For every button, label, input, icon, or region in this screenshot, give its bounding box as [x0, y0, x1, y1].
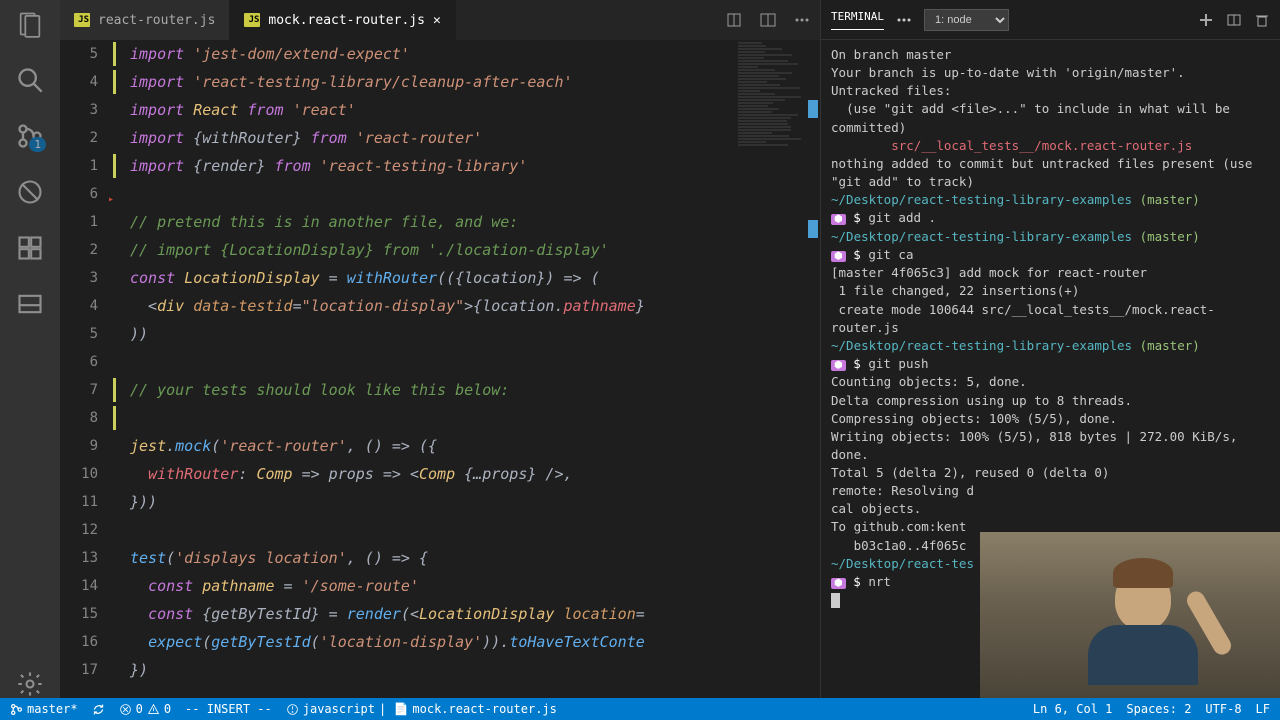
panel-icon[interactable] [16, 290, 44, 318]
explorer-icon[interactable] [16, 10, 44, 38]
scm-badge: 1 [29, 137, 46, 152]
line-gutter: 5432161234567891011121314151617 [60, 40, 120, 698]
activity-bar: 1 [0, 0, 60, 698]
extensions-icon[interactable] [16, 234, 44, 262]
status-encoding[interactable]: UTF-8 [1205, 702, 1241, 716]
settings-gear-icon[interactable] [16, 670, 44, 698]
search-icon[interactable] [16, 66, 44, 94]
code-content[interactable]: import 'jest-dom/extend-expect'import 'r… [120, 40, 736, 698]
kill-terminal-icon[interactable] [1254, 12, 1270, 28]
editor-tabs: JS react-router.js JS mock.react-router.js… [60, 0, 820, 40]
status-mode: -- INSERT -- [185, 702, 272, 716]
terminal-select[interactable]: 1: node [924, 9, 1009, 31]
status-spaces[interactable]: Spaces: 2 [1126, 702, 1191, 716]
more-icon[interactable] [896, 12, 912, 28]
tab-label: react-router.js [98, 13, 215, 28]
terminal-tab[interactable]: TERMINAL [831, 9, 884, 30]
source-control-icon[interactable]: 1 [16, 122, 44, 150]
debug-icon[interactable] [16, 178, 44, 206]
new-terminal-icon[interactable] [1198, 12, 1214, 28]
status-sync[interactable] [92, 703, 105, 716]
code-editor[interactable]: 5432161234567891011121314151617 import '… [60, 40, 820, 698]
js-file-icon: JS [74, 13, 90, 27]
compare-icon[interactable] [726, 12, 742, 28]
more-icon[interactable] [794, 12, 810, 28]
status-lang[interactable]: javascript | 📄 mock.react-router.js [286, 702, 557, 716]
tab-react-router[interactable]: JS react-router.js [60, 0, 230, 40]
tab-mock-react-router[interactable]: JS mock.react-router.js ✕ [230, 0, 455, 40]
status-problems[interactable]: 00 [119, 702, 171, 716]
scrollbar[interactable] [806, 40, 820, 698]
status-position[interactable]: Ln 6, Col 1 [1033, 702, 1112, 716]
status-bar: master* 00 -- INSERT -- javascript | 📄 m… [0, 698, 1280, 720]
split-terminal-icon[interactable] [1226, 12, 1242, 28]
editor-area: JS react-router.js JS mock.react-router.js… [60, 0, 820, 698]
tab-label: mock.react-router.js [268, 13, 425, 28]
close-tab-icon[interactable]: ✕ [433, 13, 441, 28]
status-branch[interactable]: master* [10, 702, 78, 716]
webcam-overlay [980, 532, 1280, 698]
js-file-icon: JS [244, 13, 260, 27]
status-eol[interactable]: LF [1256, 702, 1270, 716]
split-editor-icon[interactable] [760, 12, 776, 28]
minimap[interactable] [736, 40, 806, 698]
